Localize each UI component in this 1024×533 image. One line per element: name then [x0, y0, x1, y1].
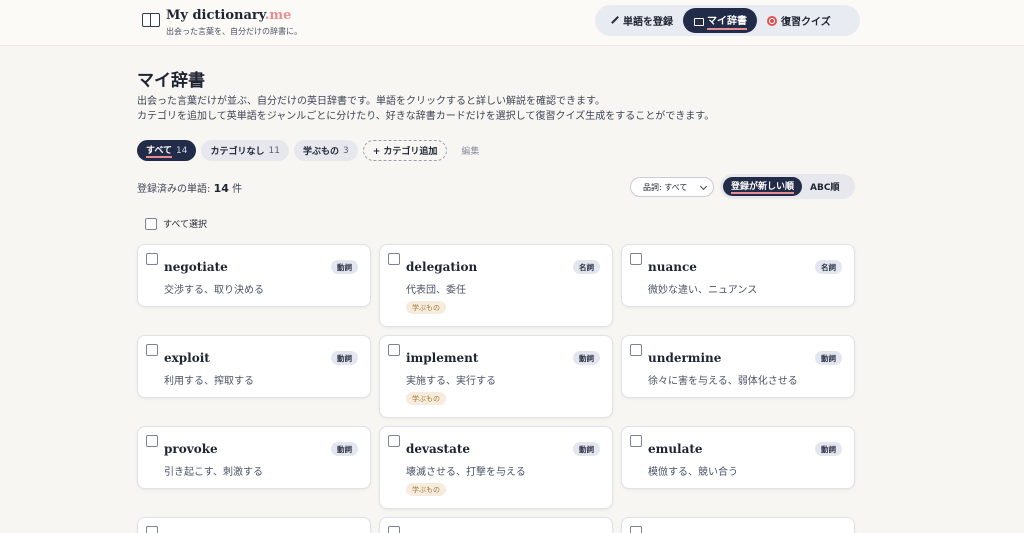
chevron-down-icon [699, 182, 708, 191]
category-tag: 学ぶもの [406, 392, 446, 405]
sort-toggle: 登録が新しい順 ABC順 [720, 174, 855, 199]
word-card[interactable]: devastate 動詞壊滅させる、打撃を与える 学ぶもの [379, 426, 613, 509]
word-count: 登録済みの単語: 14 件 [137, 182, 243, 195]
word-card[interactable]: provoke 動詞引き起こす、刺激する [137, 426, 371, 489]
card-meaning: 壊滅させる、打撃を与える [406, 467, 526, 478]
card-word[interactable]: nuance [648, 260, 697, 274]
filter-uncategorized[interactable]: カテゴリなし 11 [201, 140, 289, 161]
word-card[interactable]: negotiate 動詞交渉する、取り決める [137, 244, 371, 307]
pos-filter-select[interactable]: 品詞: すべて [630, 177, 714, 197]
card-meaning: 実施する、実行する [406, 376, 496, 387]
pencil-icon [607, 13, 621, 27]
pos-badge: 動詞 [815, 351, 842, 365]
pos-badge: 動詞 [573, 351, 600, 365]
card-meaning: 模倣する、競い合う [648, 467, 738, 478]
page-title: マイ辞書 [137, 71, 205, 91]
card-checkbox[interactable] [630, 435, 642, 447]
nav-review-quiz[interactable]: 復習クイズ [757, 8, 841, 33]
card-checkbox[interactable] [146, 435, 158, 447]
word-card[interactable]: exploit 動詞利用する、搾取する [137, 335, 371, 398]
category-filters: すべて 14 カテゴリなし 11 学ぶもの 3 + カテゴリ追加 編集 [137, 140, 488, 161]
category-tag: 学ぶもの [406, 301, 446, 314]
card-word[interactable]: delegation [406, 260, 477, 274]
card-meaning: 代表団、委任 [406, 285, 466, 296]
word-card[interactable] [379, 517, 613, 533]
card-word[interactable]: negotiate [164, 260, 228, 274]
pos-badge: 動詞 [331, 260, 358, 274]
app-header: My dictionary.me 出会った言葉を、自分だけの辞書に。 単語を登録… [0, 0, 1024, 46]
add-category-button[interactable]: + カテゴリ追加 [362, 140, 448, 161]
select-all[interactable]: すべて選択 [145, 217, 207, 230]
card-meaning: 利用する、搾取する [164, 376, 254, 387]
book-icon [693, 16, 704, 26]
nav-my-dictionary[interactable]: マイ辞書 [683, 8, 757, 33]
card-checkbox[interactable] [388, 526, 400, 533]
sort-abc[interactable]: ABC順 [802, 177, 847, 196]
word-card[interactable] [137, 517, 371, 533]
card-checkbox[interactable] [630, 344, 642, 356]
card-checkbox[interactable] [388, 435, 400, 447]
card-checkbox[interactable] [146, 253, 158, 265]
card-word[interactable]: provoke [164, 442, 218, 456]
card-meaning: 引き起こす、刺激する [164, 467, 263, 478]
filter-learning[interactable]: 学ぶもの 3 [293, 140, 358, 161]
word-card[interactable]: undermine 動詞徐々に害を与える、弱体化させる [621, 335, 855, 398]
pos-badge: 動詞 [331, 351, 358, 365]
card-meaning: 微妙な違い、ニュアンス [648, 285, 758, 296]
card-word[interactable]: implement [406, 351, 478, 365]
word-card[interactable]: implement 動詞実施する、実行する 学ぶもの [379, 335, 613, 418]
brand-name: My dictionary.me [166, 8, 292, 23]
filter-all[interactable]: すべて 14 [137, 140, 197, 161]
card-word[interactable]: exploit [164, 351, 210, 365]
pos-badge: 名詞 [573, 260, 600, 274]
brand[interactable]: My dictionary.me 出会った言葉を、自分だけの辞書に。 [142, 8, 302, 37]
pos-badge: 動詞 [815, 442, 842, 456]
card-word[interactable]: emulate [648, 442, 703, 456]
card-checkbox[interactable] [146, 344, 158, 356]
sort-newest[interactable]: 登録が新しい順 [723, 177, 803, 196]
nav-register-word[interactable]: 単語を登録 [599, 8, 683, 33]
select-all-checkbox[interactable] [145, 217, 157, 230]
card-checkbox[interactable] [388, 253, 400, 265]
book-icon [142, 13, 160, 27]
pos-badge: 名詞 [815, 260, 842, 274]
edit-categories-button[interactable]: 編集 [452, 140, 488, 161]
card-checkbox[interactable] [630, 526, 642, 533]
word-card[interactable] [621, 517, 855, 533]
pos-badge: 動詞 [573, 442, 600, 456]
word-card[interactable]: delegation 名詞代表団、委任 学ぶもの [379, 244, 613, 327]
card-checkbox[interactable] [146, 526, 158, 533]
card-meaning: 交渉する、取り決める [164, 285, 264, 296]
word-card[interactable]: emulate 動詞模倣する、競い合う [621, 426, 855, 489]
card-word[interactable]: devastate [406, 442, 470, 456]
card-checkbox[interactable] [388, 344, 400, 356]
card-word[interactable]: undermine [648, 351, 721, 365]
pos-badge: 動詞 [331, 442, 358, 456]
word-card[interactable]: nuance 名詞微妙な違い、ニュアンス [621, 244, 855, 307]
main-nav: 単語を登録 マイ辞書 復習クイズ [595, 5, 860, 36]
category-tag: 学ぶもの [406, 483, 446, 496]
card-meaning: 徐々に害を与える、弱体化させる [648, 376, 798, 387]
brand-tagline: 出会った言葉を、自分だけの辞書に。 [166, 27, 302, 36]
page-description: 出会った言葉だけが並ぶ、自分だけの英日辞書です。単語をクリックすると詳しい解説を… [137, 96, 715, 122]
card-checkbox[interactable] [630, 253, 642, 265]
dart-icon [767, 15, 777, 26]
